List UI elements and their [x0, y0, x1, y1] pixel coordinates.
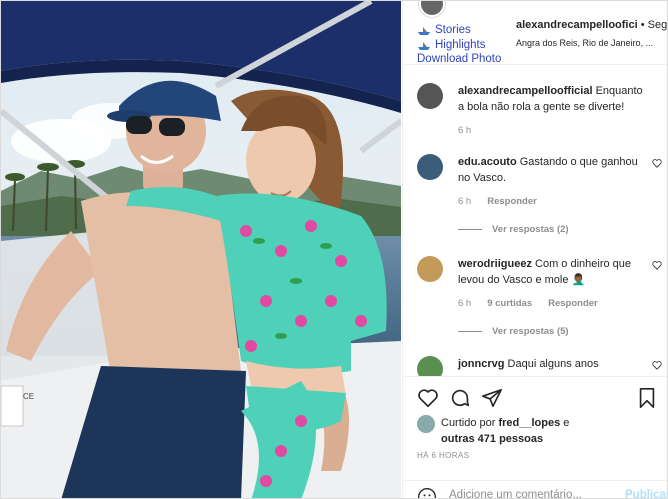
comment-username[interactable]: werodriigueez	[458, 258, 532, 270]
boat-icon	[418, 41, 430, 50]
stories-link[interactable]: Stories	[417, 23, 486, 38]
liker-username[interactable]: fred__lopes	[498, 417, 560, 429]
highlights-link-label[interactable]: Highlights	[435, 38, 486, 53]
add-comment-bar: Adicione um comentário... Publicar	[403, 480, 667, 499]
svg-text:CE: CE	[23, 392, 34, 401]
view-replies-label[interactable]: Ver respostas (5)	[492, 326, 569, 337]
instagram-post: CE alexandrecampelloofici • Seg Angra do…	[0, 0, 668, 499]
author-avatar[interactable]	[419, 1, 445, 17]
comment-body: Daqui alguns anos	[507, 358, 599, 370]
highlights-link[interactable]: Highlights	[417, 38, 486, 53]
author-username[interactable]: alexandrecampelloofici • Seg	[516, 19, 667, 31]
comment-time[interactable]: 6 h	[458, 298, 471, 309]
comment-username[interactable]: jonncrvg	[458, 358, 504, 370]
emoji-icon[interactable]	[417, 487, 437, 499]
post-header: alexandrecampelloofici • Seg Angra dos R…	[403, 1, 667, 65]
caption-comment: alexandrecampelloofficial Enquanto a bol…	[417, 83, 662, 143]
post-actions: Curtido por fred__lopes e outras 471 pes…	[403, 376, 667, 499]
view-replies-button[interactable]: Ver respostas (2)	[458, 224, 569, 235]
comment-avatar[interactable]	[417, 356, 443, 376]
heart-icon[interactable]	[652, 260, 662, 270]
comment-text: jonncrvg Daqui alguns anos	[458, 356, 648, 372]
bookmark-icon[interactable]	[636, 387, 658, 409]
likes-count[interactable]: outras 471 pessoas	[441, 433, 543, 445]
post-timestamp[interactable]: HÁ 6 HORAS	[417, 451, 469, 460]
post-photo[interactable]: CE	[1, 1, 401, 498]
photo-illustration: CE	[1, 1, 401, 498]
reply-button[interactable]: Responder	[487, 196, 537, 207]
comment-text: edu.acouto Gastando o que ganhou no Vasc…	[458, 154, 648, 186]
comment-username[interactable]: alexandrecampelloofficial	[458, 85, 593, 97]
download-photo-link[interactable]: Download Photo	[417, 53, 501, 65]
comment-meta: 6 h	[458, 125, 487, 136]
comment-text: alexandrecampelloofficial Enquanto a bol…	[458, 83, 648, 115]
comment-username[interactable]: edu.acouto	[458, 156, 517, 168]
publish-button[interactable]: Publicar	[625, 489, 667, 498]
comment-avatar[interactable]	[417, 83, 443, 109]
heart-icon[interactable]	[417, 387, 439, 409]
comment-time[interactable]: 6 h	[458, 125, 471, 136]
liker-avatar[interactable]	[417, 415, 435, 433]
replies-divider	[458, 330, 482, 332]
share-icon[interactable]	[481, 387, 503, 409]
heart-icon[interactable]	[652, 158, 662, 168]
post-location[interactable]: Angra dos Reis, Rio de Janeiro, ...	[516, 38, 666, 48]
list-item: werodriigueez Com o dinheiro que levou d…	[417, 256, 662, 346]
reply-button[interactable]: Responder	[548, 298, 598, 309]
boat-icon	[418, 26, 430, 35]
heart-icon[interactable]	[652, 360, 662, 370]
list-item: jonncrvg Daqui alguns anos	[417, 356, 662, 376]
comment-icon[interactable]	[449, 387, 471, 409]
stories-link-label[interactable]: Stories	[435, 23, 471, 38]
comment-input[interactable]: Adicione um comentário...	[449, 489, 582, 498]
follow-separator: • Seg	[637, 19, 668, 31]
view-replies-label[interactable]: Ver respostas (2)	[492, 224, 569, 235]
comment-likes[interactable]: 9 curtidas	[487, 298, 532, 309]
comment-meta: 6 h 9 curtidas Responder	[458, 298, 614, 309]
list-item: edu.acouto Gastando o que ganhou no Vasc…	[417, 154, 662, 244]
liked-by-prefix: Curtido por	[441, 417, 499, 429]
comment-text: werodriigueez Com o dinheiro que levou d…	[458, 256, 648, 288]
comment-avatar[interactable]	[417, 154, 443, 180]
replies-divider	[458, 228, 482, 230]
liked-by-joiner: e	[560, 417, 570, 429]
author-username-text[interactable]: alexandrecampelloofici	[516, 19, 638, 31]
comments-list[interactable]: alexandrecampelloofficial Enquanto a bol…	[403, 66, 667, 376]
post-side-panel: alexandrecampelloofici • Seg Angra dos R…	[402, 1, 667, 499]
comment-time[interactable]: 6 h	[458, 196, 471, 207]
download-links: Stories Highlights	[417, 23, 486, 53]
view-replies-button[interactable]: Ver respostas (5)	[458, 326, 569, 337]
liked-by-text: Curtido por fred__lopes e outras 471 pes…	[441, 415, 641, 447]
comment-meta: 6 h Responder	[458, 196, 553, 207]
comment-avatar[interactable]	[417, 256, 443, 282]
